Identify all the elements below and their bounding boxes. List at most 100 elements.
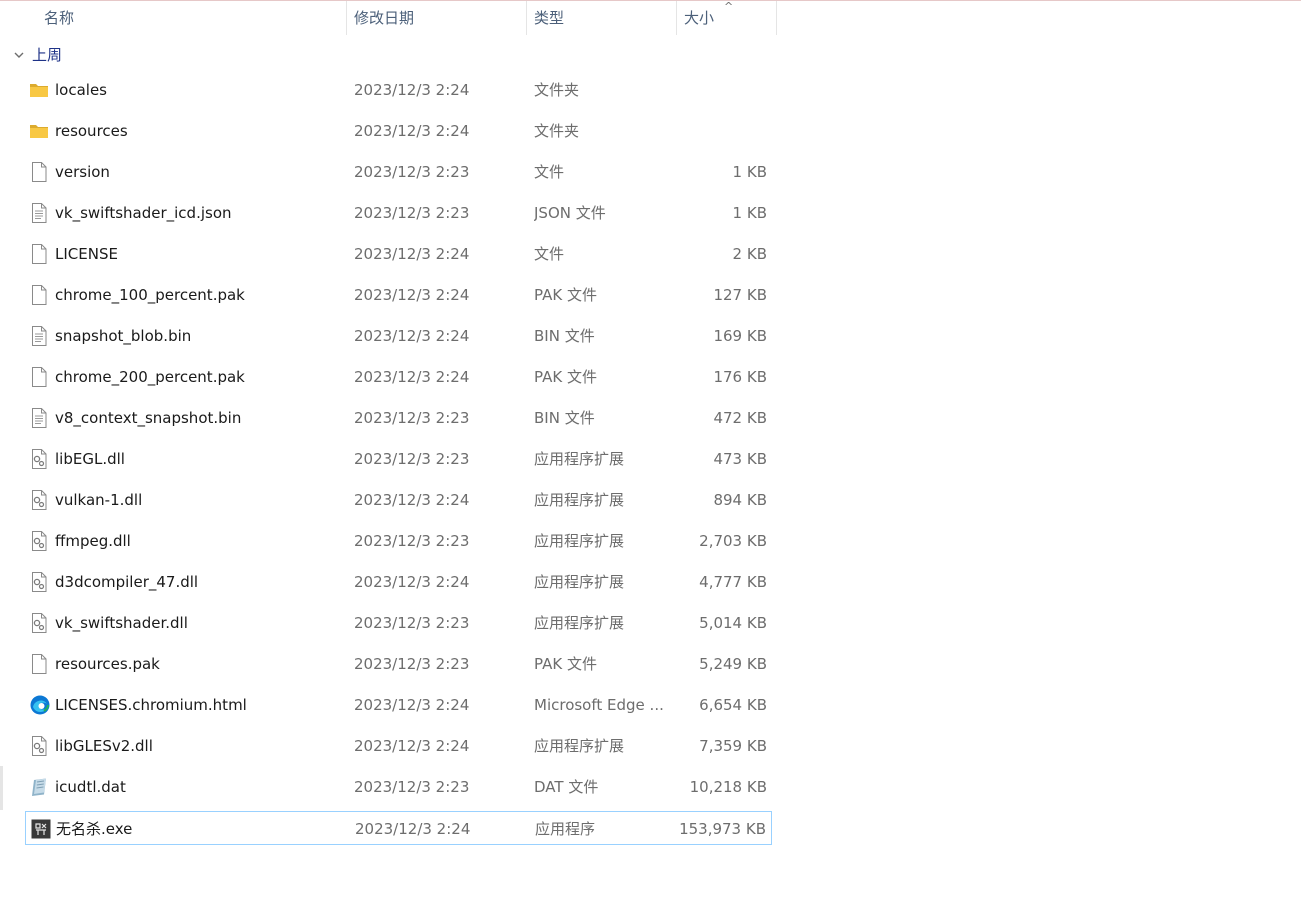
file-name: locales bbox=[55, 81, 107, 99]
file-modified-date: 2023/12/3 2:24 bbox=[354, 491, 470, 509]
file-row[interactable]: libGLESv2.dll 2023/12/3 2:24 应用程序扩展 7,359 K… bbox=[25, 729, 772, 763]
file-type: 文件 bbox=[534, 245, 565, 263]
file-size: 2 KB bbox=[732, 245, 767, 263]
file-name: version bbox=[55, 163, 110, 181]
file-modified-date: 2023/12/3 2:24 bbox=[354, 122, 470, 140]
exe-app-icon bbox=[31, 819, 51, 839]
file-modified-date: 2023/12/3 2:23 bbox=[354, 163, 470, 181]
file-icon bbox=[30, 367, 48, 387]
folder-icon bbox=[30, 80, 48, 100]
file-type: 应用程序 bbox=[535, 820, 596, 838]
file-size: 5,249 KB bbox=[699, 655, 767, 673]
file-modified-date: 2023/12/3 2:24 bbox=[354, 696, 470, 714]
file-row[interactable]: resources 2023/12/3 2:24 文件夹 bbox=[25, 114, 772, 148]
dat-file-icon bbox=[30, 777, 48, 797]
chevron-down-icon[interactable] bbox=[12, 48, 26, 62]
file-row[interactable]: vulkan-1.dll 2023/12/3 2:24 应用程序扩展 894 KB bbox=[25, 483, 772, 517]
file-modified-date: 2023/12/3 2:24 bbox=[354, 286, 470, 304]
file-modified-date: 2023/12/3 2:23 bbox=[354, 614, 470, 632]
file-row[interactable]: version 2023/12/3 2:23 文件 1 KB bbox=[25, 155, 772, 189]
file-type: PAK 文件 bbox=[534, 655, 597, 673]
file-modified-date: 2023/12/3 2:23 bbox=[354, 450, 470, 468]
file-row[interactable]: 无名杀.exe 2023/12/3 2:24 应用程序 153,973 KB bbox=[25, 811, 772, 845]
file-row[interactable]: chrome_100_percent.pak 2023/12/3 2:24 PAK … bbox=[25, 278, 772, 312]
file-modified-date: 2023/12/3 2:23 bbox=[354, 409, 470, 427]
file-modified-date: 2023/12/3 2:23 bbox=[354, 532, 470, 550]
file-modified-date: 2023/12/3 2:24 bbox=[355, 820, 471, 838]
column-header-type[interactable]: 类型 bbox=[527, 1, 677, 35]
file-type: 文件 bbox=[534, 163, 565, 181]
file-size: 1 KB bbox=[732, 204, 767, 222]
file-type: JSON 文件 bbox=[534, 204, 606, 222]
file-modified-date: 2023/12/3 2:23 bbox=[354, 204, 470, 222]
file-row[interactable]: v8_context_snapshot.bin 2023/12/3 2:23 BIN… bbox=[25, 401, 772, 435]
file-row[interactable]: vk_swiftshader_icd.json 2023/12/3 2:23 JSO… bbox=[25, 196, 772, 230]
file-type: 应用程序扩展 bbox=[534, 737, 625, 755]
file-size: 153,973 KB bbox=[679, 820, 766, 838]
file-modified-date: 2023/12/3 2:24 bbox=[354, 737, 470, 755]
file-type: PAK 文件 bbox=[534, 286, 597, 304]
file-row[interactable]: ffmpeg.dll 2023/12/3 2:23 应用程序扩展 2,703 KB bbox=[25, 524, 772, 558]
text-file-icon bbox=[30, 408, 48, 428]
file-row[interactable]: icudtl.dat 2023/12/3 2:23 DAT 文件 10,218 KB bbox=[25, 770, 772, 804]
file-row[interactable]: d3dcompiler_47.dll 2023/12/3 2:24 应用程序扩展 4,… bbox=[25, 565, 772, 599]
file-name: 无名杀.exe bbox=[56, 820, 133, 838]
file-row[interactable]: chrome_200_percent.pak 2023/12/3 2:24 PAK … bbox=[25, 360, 772, 394]
column-header-name[interactable]: 名称 bbox=[0, 1, 347, 35]
file-type: 文件夹 bbox=[534, 81, 580, 99]
file-row[interactable]: LICENSES.chromium.html 2023/12/3 2:24 Micr… bbox=[25, 688, 772, 722]
file-size: 176 KB bbox=[713, 368, 767, 386]
file-name: LICENSE bbox=[55, 245, 118, 263]
file-row[interactable]: LICENSE 2023/12/3 2:24 文件 2 KB bbox=[25, 237, 772, 271]
file-size: 7,359 KB bbox=[699, 737, 767, 755]
file-name: resources.pak bbox=[55, 655, 160, 673]
file-row[interactable]: vk_swiftshader.dll 2023/12/3 2:23 应用程序扩展 5,… bbox=[25, 606, 772, 640]
file-name: ffmpeg.dll bbox=[55, 532, 131, 550]
file-type: DAT 文件 bbox=[534, 778, 599, 796]
file-name: vk_swiftshader_icd.json bbox=[55, 204, 232, 222]
file-modified-date: 2023/12/3 2:24 bbox=[354, 368, 470, 386]
file-type: 应用程序扩展 bbox=[534, 573, 625, 591]
file-row[interactable]: resources.pak 2023/12/3 2:23 PAK 文件 5,249 K… bbox=[25, 647, 772, 681]
file-row[interactable]: locales 2023/12/3 2:24 文件夹 bbox=[25, 73, 772, 107]
file-name: LICENSES.chromium.html bbox=[55, 696, 247, 714]
group-header-last-week[interactable]: 上周 bbox=[12, 42, 62, 68]
dll-icon bbox=[30, 613, 48, 633]
file-size: 472 KB bbox=[713, 409, 767, 427]
file-name: libEGL.dll bbox=[55, 450, 125, 468]
file-size: 5,014 KB bbox=[699, 614, 767, 632]
column-header-date[interactable]: 修改日期 bbox=[347, 1, 527, 35]
file-name: vulkan-1.dll bbox=[55, 491, 143, 509]
text-file-icon bbox=[30, 326, 48, 346]
dll-icon bbox=[30, 531, 48, 551]
file-name: resources bbox=[55, 122, 128, 140]
file-icon bbox=[30, 162, 48, 182]
file-icon bbox=[30, 244, 48, 264]
file-modified-date: 2023/12/3 2:24 bbox=[354, 81, 470, 99]
file-modified-date: 2023/12/3 2:24 bbox=[354, 245, 470, 263]
file-row[interactable]: snapshot_blob.bin 2023/12/3 2:24 BIN 文件 169… bbox=[25, 319, 772, 353]
file-size: 169 KB bbox=[713, 327, 767, 345]
file-icon bbox=[30, 285, 48, 305]
file-type: 应用程序扩展 bbox=[534, 614, 625, 632]
file-size: 894 KB bbox=[713, 491, 767, 509]
file-type: 文件夹 bbox=[534, 122, 580, 140]
file-modified-date: 2023/12/3 2:23 bbox=[354, 778, 470, 796]
file-modified-date: 2023/12/3 2:24 bbox=[354, 573, 470, 591]
file-type: 应用程序扩展 bbox=[534, 491, 625, 509]
file-name: v8_context_snapshot.bin bbox=[55, 409, 242, 427]
file-type: PAK 文件 bbox=[534, 368, 597, 386]
file-size: 473 KB bbox=[713, 450, 767, 468]
sort-ascending-icon: ^ bbox=[724, 0, 734, 13]
dll-icon bbox=[30, 449, 48, 469]
dll-icon bbox=[30, 736, 48, 756]
file-name: chrome_200_percent.pak bbox=[55, 368, 245, 386]
file-name: d3dcompiler_47.dll bbox=[55, 573, 199, 591]
file-row[interactable]: libEGL.dll 2023/12/3 2:23 应用程序扩展 473 KB bbox=[25, 442, 772, 476]
dll-icon bbox=[30, 490, 48, 510]
file-name: libGLESv2.dll bbox=[55, 737, 153, 755]
file-size: 127 KB bbox=[713, 286, 767, 304]
group-label: 上周 bbox=[32, 46, 63, 64]
file-type: 应用程序扩展 bbox=[534, 450, 625, 468]
text-file-icon bbox=[30, 203, 48, 223]
